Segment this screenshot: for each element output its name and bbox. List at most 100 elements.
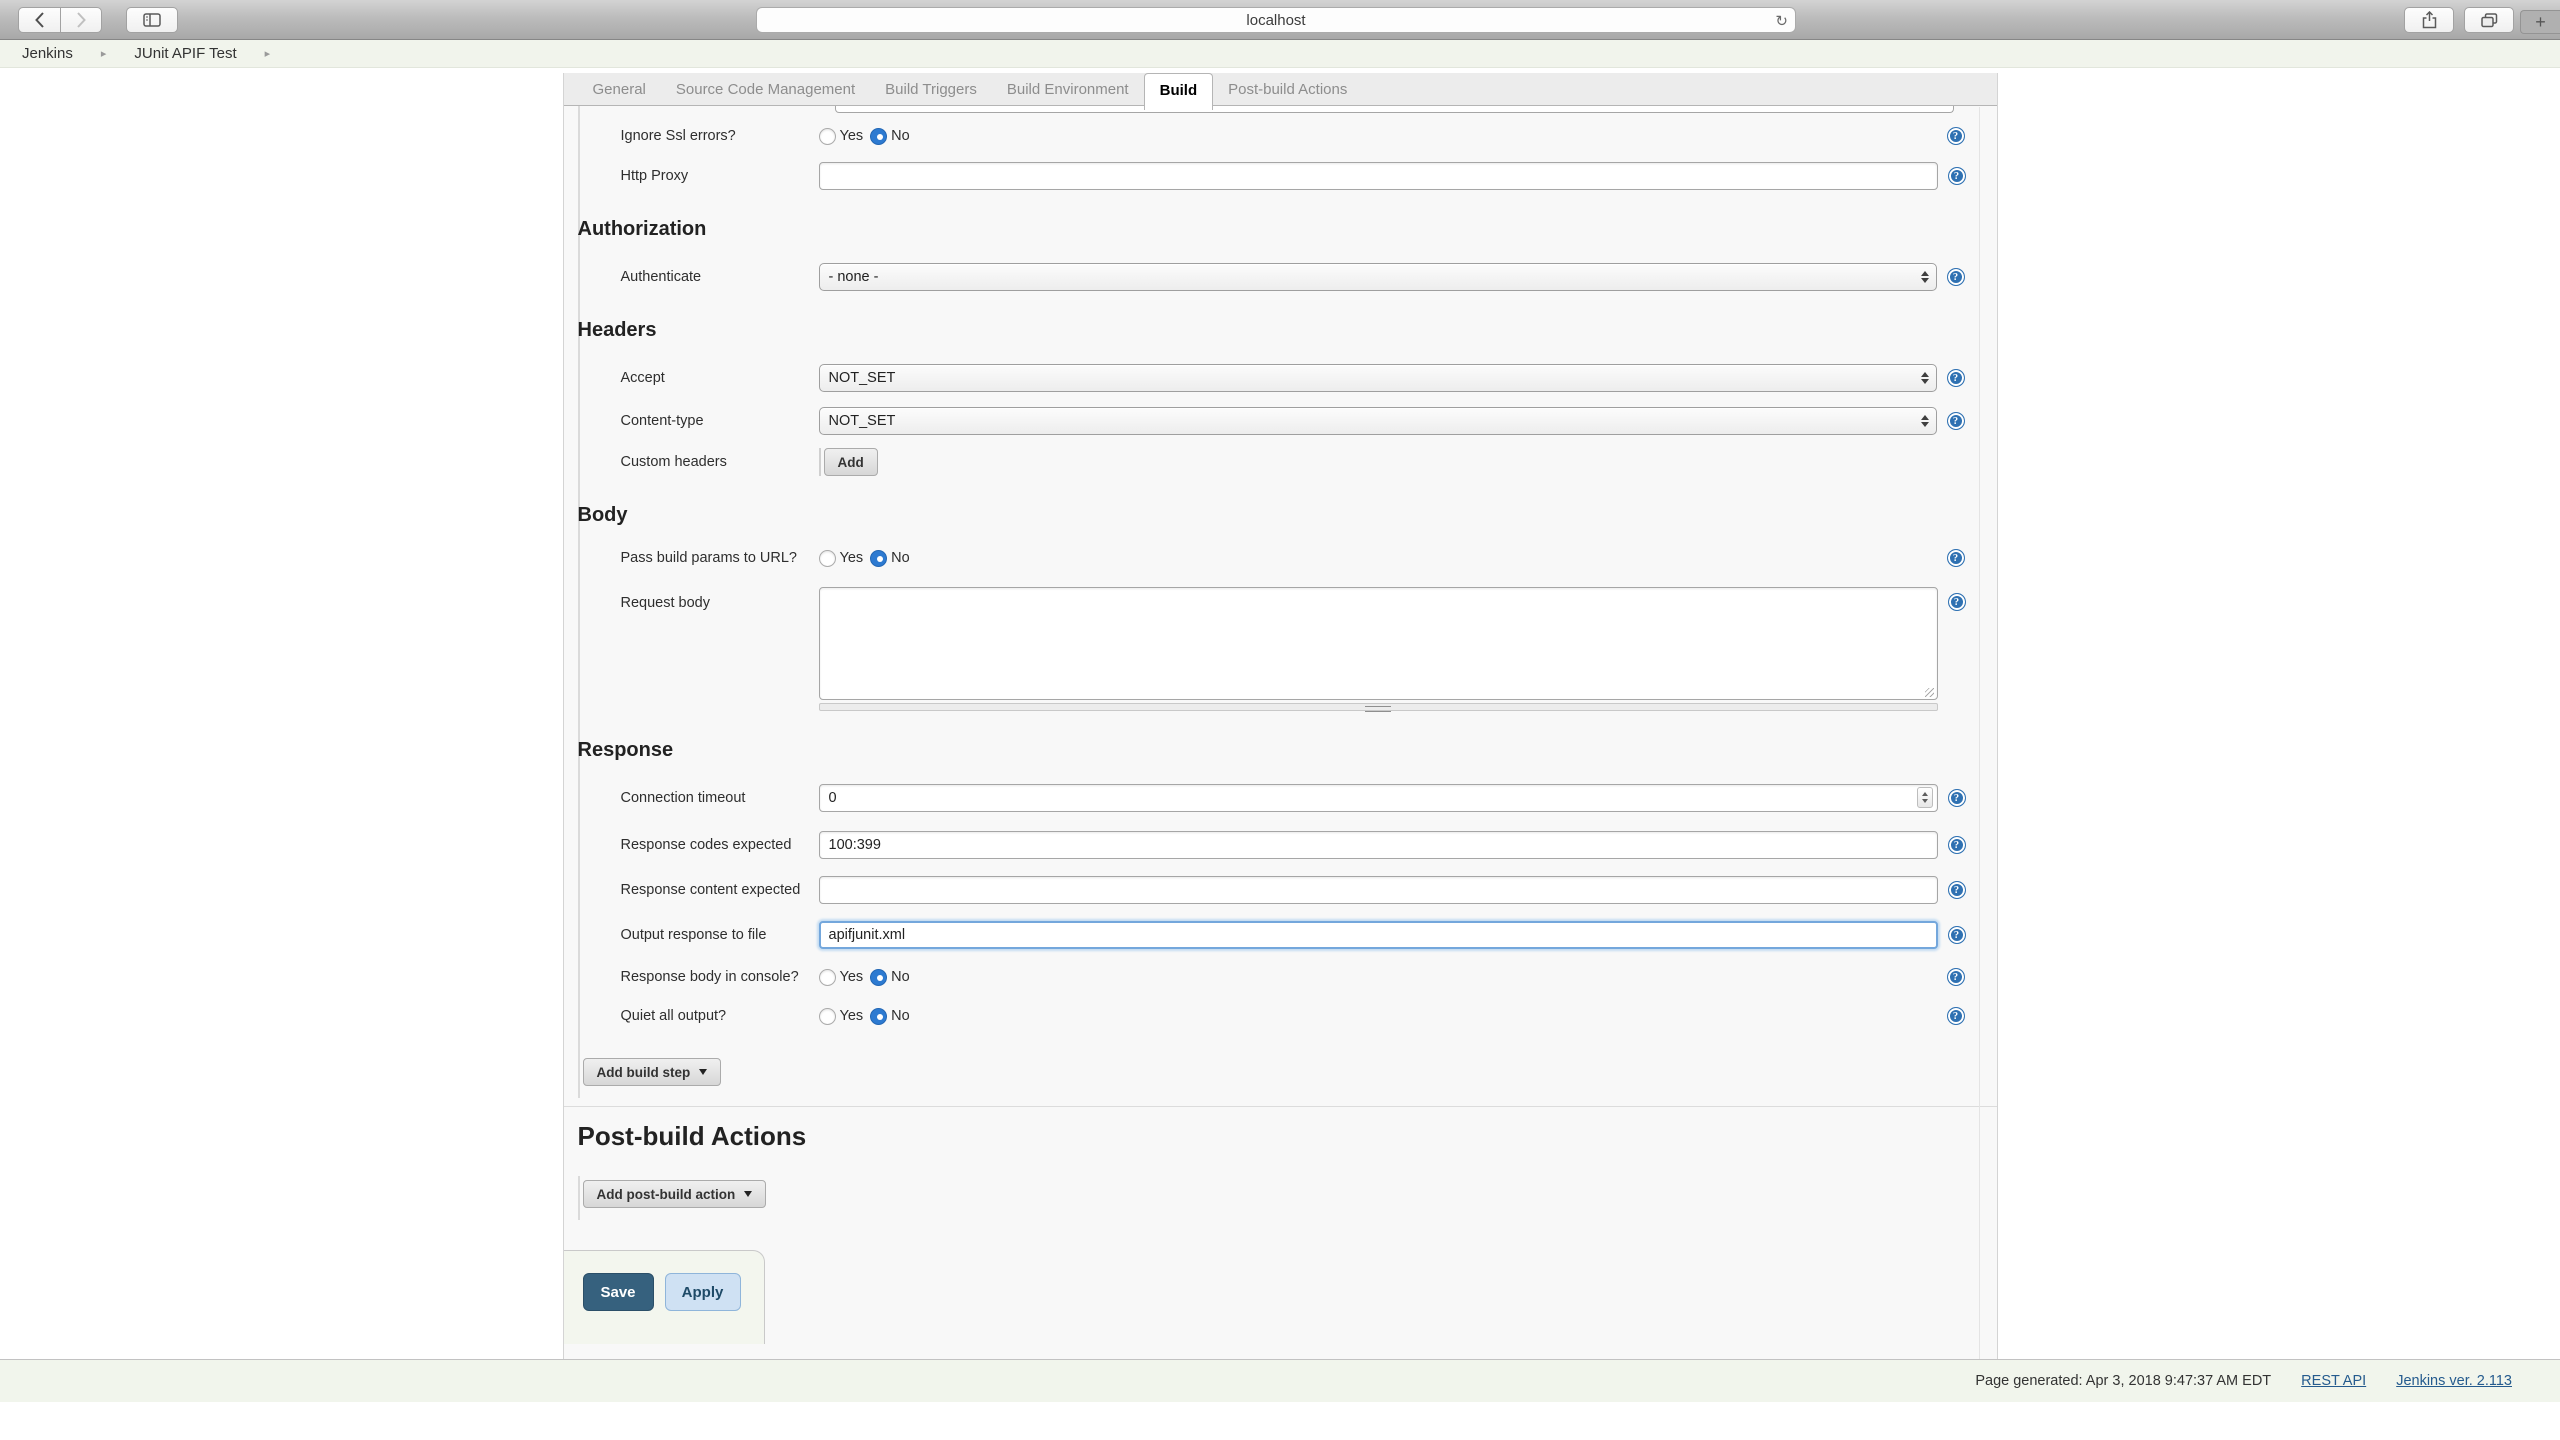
authenticate-select[interactable]: - none - [818, 263, 1937, 291]
tab-build-environment[interactable]: Build Environment [992, 73, 1144, 105]
radio-no[interactable] [870, 549, 888, 567]
address-bar[interactable]: localhost ↻ [756, 7, 1796, 33]
radio-yes-label[interactable]: Yes [840, 1008, 864, 1024]
save-button[interactable]: Save [582, 1273, 654, 1311]
connection-timeout-input[interactable] [818, 784, 1938, 812]
add-build-step-row: Add build step [577, 1054, 1997, 1098]
breadcrumb-jenkins[interactable]: Jenkins [22, 45, 73, 62]
add-custom-header-button[interactable]: Add [823, 448, 878, 476]
tab-source-code-management[interactable]: Source Code Management [661, 73, 870, 105]
help-icon[interactable]: ? [1946, 268, 1965, 286]
select-stepper-icon [1920, 271, 1929, 283]
forward-button[interactable] [60, 6, 102, 33]
response-content-input[interactable] [818, 876, 1938, 904]
help-icon[interactable]: ? [1947, 881, 1966, 899]
field-label: Response codes expected [620, 837, 792, 853]
section-heading-headers: Headers [577, 319, 657, 341]
select-stepper-icon [1920, 415, 1929, 427]
help-icon[interactable]: ? [1947, 926, 1966, 944]
help-icon[interactable]: ? [1947, 167, 1966, 185]
radio-yes[interactable] [818, 968, 836, 986]
radio-yes-label[interactable]: Yes [840, 969, 864, 985]
new-tab-button[interactable]: + [2520, 10, 2560, 34]
sidebar-icon [143, 12, 161, 27]
radio-no[interactable] [870, 127, 888, 145]
accept-select[interactable]: NOT_SET [818, 364, 1937, 392]
form-row-quiet-output: Quiet all output? Yes No ? [580, 1007, 1997, 1025]
authenticate-selected-value: - none - [828, 269, 879, 285]
radio-no-label[interactable]: No [891, 1008, 910, 1024]
toolbar-right-buttons [2404, 7, 2514, 33]
help-icon[interactable]: ? [1946, 1007, 1965, 1025]
reload-icon[interactable]: ↻ [1775, 12, 1788, 30]
add-post-build-action-button[interactable]: Add post-build action [582, 1180, 767, 1208]
textarea-resize-handle[interactable] [818, 703, 1938, 711]
form-row-pass-params: Pass build params to URL? Yes No ? [580, 549, 1997, 567]
tab-overview-button[interactable] [2464, 7, 2514, 33]
form-row-request-body: Request body ? [580, 587, 1997, 711]
browser-toolbar: localhost ↻ + [0, 0, 2560, 40]
content-type-select[interactable]: NOT_SET [818, 407, 1937, 435]
caret-down-icon [699, 1069, 708, 1075]
form-row-authenticate: Authenticate - none - ? [580, 263, 1997, 291]
help-icon[interactable]: ? [1946, 549, 1965, 567]
jenkins-footer: Page generated: Apr 3, 2018 9:47:37 AM E… [0, 1359, 2560, 1402]
add-build-step-label: Add build step [596, 1064, 691, 1080]
back-button[interactable] [18, 6, 60, 33]
form-row-response-codes: Response codes expected ? [580, 831, 1997, 859]
radio-yes[interactable] [818, 127, 836, 145]
help-icon[interactable]: ? [1946, 412, 1965, 430]
scrolled-input-partial[interactable] [834, 106, 1954, 113]
radio-yes-label[interactable]: Yes [840, 550, 864, 566]
http-request-step-block: Ignore Ssl errors? Yes No ? Http Proxy ?… [577, 106, 1997, 1054]
help-icon[interactable]: ? [1947, 836, 1966, 854]
field-label: Output response to file [620, 927, 767, 943]
tab-general[interactable]: General [578, 73, 661, 105]
add-post-build-row: Add post-build action [577, 1176, 1997, 1220]
radio-no-label[interactable]: No [891, 969, 910, 985]
rest-api-link[interactable]: REST API [2301, 1373, 2366, 1389]
form-row-content-type: Content-type NOT_SET ? [580, 407, 1997, 435]
post-build-actions-heading: Post-build Actions [577, 1121, 807, 1151]
field-label: Ignore Ssl errors? [620, 128, 736, 144]
help-icon[interactable]: ? [1947, 593, 1966, 611]
radio-no-label[interactable]: No [891, 128, 910, 144]
breadcrumb-separator-icon[interactable]: ▸ [265, 47, 271, 60]
field-label: Authenticate [620, 269, 702, 285]
number-spinner[interactable] [1916, 787, 1933, 808]
radio-yes-label[interactable]: Yes [840, 128, 864, 144]
response-codes-input[interactable] [818, 831, 1938, 859]
radio-yes[interactable] [818, 1007, 836, 1025]
radio-no-label[interactable]: No [891, 550, 910, 566]
tab-build[interactable]: Build [1143, 73, 1214, 110]
save-apply-bar: Save Apply [563, 1250, 765, 1344]
form-row-output-response: Output response to file ? [580, 921, 1997, 949]
select-stepper-icon [1920, 372, 1929, 384]
apply-button[interactable]: Apply [664, 1273, 741, 1311]
sidebar-toggle-button[interactable] [126, 6, 178, 33]
section-heading-body: Body [577, 504, 628, 526]
help-icon[interactable]: ? [1946, 369, 1965, 387]
breadcrumb-job[interactable]: JUnit APIF Test [134, 45, 236, 62]
field-label: Pass build params to URL? [620, 550, 798, 566]
help-icon[interactable]: ? [1947, 789, 1966, 807]
help-icon[interactable]: ? [1946, 968, 1965, 986]
output-response-input[interactable] [818, 921, 1938, 949]
radio-no[interactable] [870, 1007, 888, 1025]
repeatable-left-bar [577, 1054, 580, 1098]
request-body-textarea[interactable] [818, 587, 1938, 700]
radio-no[interactable] [870, 968, 888, 986]
pass-params-radio-group: Yes No [818, 549, 910, 567]
jenkins-version-link[interactable]: Jenkins ver. 2.113 [2396, 1373, 2512, 1389]
form-row-connection-timeout: Connection timeout ? [580, 784, 1997, 812]
share-button[interactable] [2404, 7, 2454, 33]
radio-yes[interactable] [818, 549, 836, 567]
http-proxy-input[interactable] [818, 162, 1938, 190]
page-background: General Source Code Management Build Tri… [0, 73, 2560, 1402]
tab-build-triggers[interactable]: Build Triggers [870, 73, 992, 105]
share-icon [2422, 11, 2436, 29]
tab-post-build-actions[interactable]: Post-build Actions [1213, 73, 1362, 105]
help-icon[interactable]: ? [1946, 127, 1965, 145]
add-build-step-button[interactable]: Add build step [582, 1058, 722, 1086]
build-config-form: Ignore Ssl errors? Yes No ? Http Proxy ?… [563, 106, 1997, 1344]
